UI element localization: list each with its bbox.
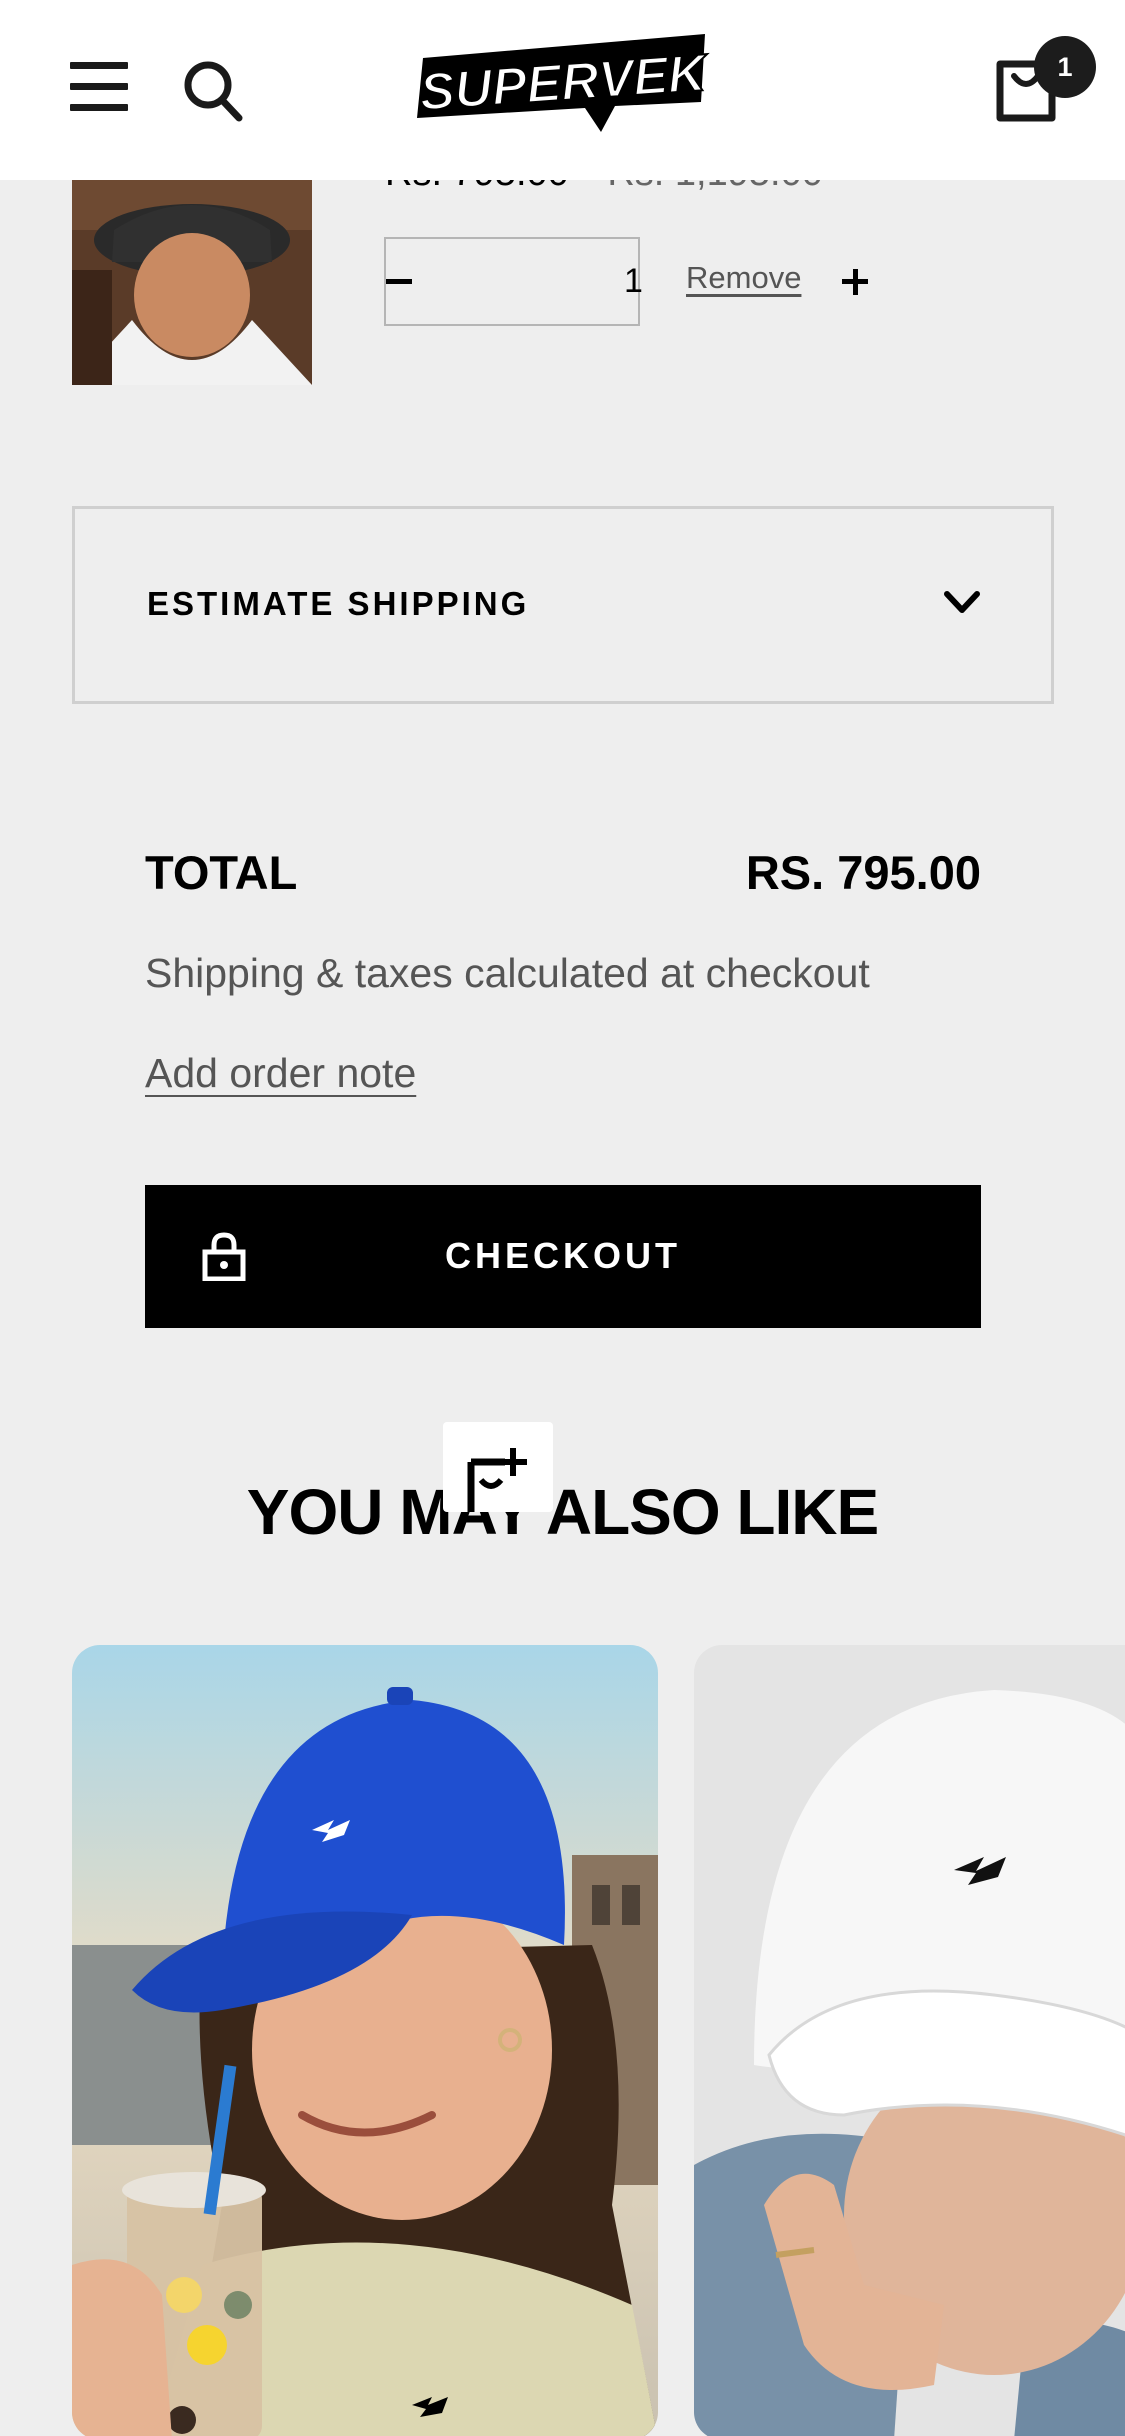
total-value: RS. 795.00 [745, 846, 981, 899]
add-order-note-link[interactable]: Add order note [145, 1050, 416, 1097]
product-card[interactable] [694, 1645, 1125, 2436]
cart-item-thumbnail[interactable] [72, 180, 312, 385]
remove-item-link[interactable]: Remove [686, 260, 801, 296]
cart-content: Rs. 795.00 Rs. 1,195.00 Remove ESTIMATE … [0, 180, 1125, 2436]
compare-at-price: Rs. 1,195.00 [607, 180, 822, 194]
checkout-label: CHECKOUT [445, 1235, 681, 1276]
product-image-white-cap [694, 1645, 1125, 2436]
chevron-down-icon [944, 591, 980, 613]
total-label: TOTAL [145, 846, 298, 899]
minus-icon [386, 279, 412, 284]
sale-price: Rs. 795.00 [385, 180, 569, 194]
search-icon[interactable] [182, 58, 244, 124]
quantity-stepper [384, 237, 868, 326]
site-header: SUPERVEK 1 [0, 0, 1125, 180]
product-image-blue-cap [72, 1645, 658, 2436]
product-card[interactable] [72, 1645, 658, 2436]
you-may-also-like-heading: YOU MAY ALSO LIKE [246, 1476, 879, 1548]
supervek-logo[interactable]: SUPERVEK [405, 28, 715, 138]
quick-add-button[interactable] [443, 1422, 553, 1512]
estimate-shipping-label: ESTIMATE SHIPPING [147, 585, 530, 622]
hamburger-menu-icon[interactable] [70, 62, 128, 112]
estimate-shipping-toggle[interactable]: ESTIMATE SHIPPING [72, 506, 1054, 704]
cart-item-price: Rs. 795.00 Rs. 1,195.00 [385, 180, 823, 195]
shipping-taxes-note: Shipping & taxes calculated at checkout [145, 950, 870, 996]
cart-count-badge: 1 [1034, 36, 1096, 98]
decrease-quantity-button[interactable] [386, 239, 412, 324]
checkout-button[interactable]: CHECKOUT [145, 1185, 981, 1328]
add-to-cart-icon [467, 1448, 527, 1512]
